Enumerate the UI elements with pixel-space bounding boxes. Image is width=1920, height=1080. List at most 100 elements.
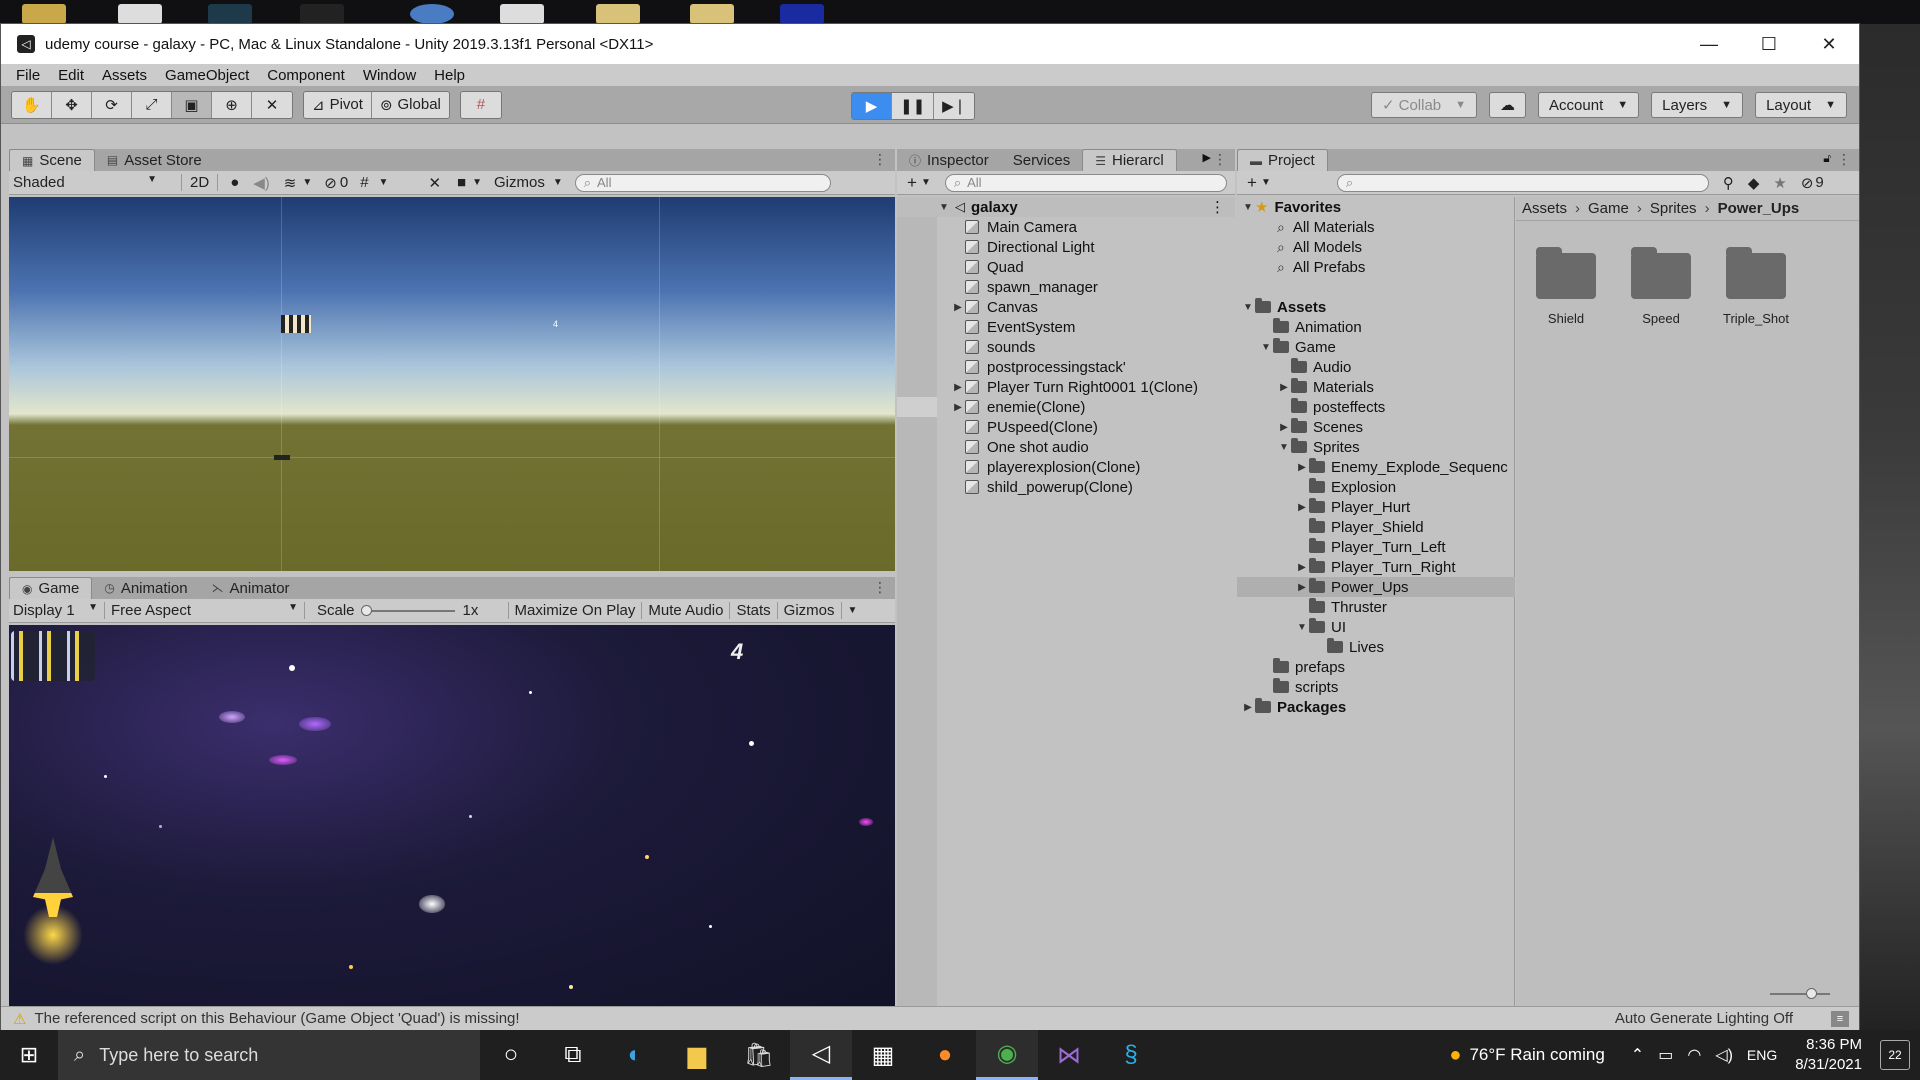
scale-tool-icon[interactable]: ⤢ — [132, 91, 172, 118]
lighting-settings-icon[interactable]: ≡ — [1831, 1010, 1849, 1027]
asset-folder[interactable]: Speed — [1621, 247, 1701, 326]
grid-snap-icon[interactable]: # — [460, 91, 501, 118]
project-tree-item[interactable]: ▼ Assets — [1237, 297, 1515, 317]
chevron-up-icon[interactable]: ⌃ — [1631, 1045, 1644, 1065]
file-explorer-icon[interactable]: ▆ — [666, 1030, 728, 1080]
favorite-star-icon[interactable]: ★ — [1773, 174, 1786, 192]
chrome-icon[interactable]: ◉ — [976, 1030, 1038, 1080]
hierarchy-item[interactable]: ▶ Canvas — [937, 297, 1038, 317]
menu-component[interactable]: Component — [258, 67, 354, 84]
maximize-on-play-toggle[interactable]: Maximize On Play — [509, 602, 643, 619]
panel-menu-icon[interactable]: ⋮ — [1213, 151, 1227, 168]
account-dropdown[interactable]: Account ▼ — [1538, 92, 1640, 118]
scene-viewport[interactable]: 4 — [9, 197, 895, 571]
chevron-down-icon[interactable]: ▼ — [472, 177, 482, 188]
filter-by-type-icon[interactable]: ⚲ — [1723, 174, 1734, 192]
scene-search[interactable]: ⌕ All — [574, 173, 831, 192]
breadcrumb-item[interactable]: Assets — [1522, 200, 1567, 217]
chevron-down-icon[interactable]: ▼ — [553, 177, 563, 188]
hierarchy-item[interactable]: ▶ enemie(Clone) — [937, 397, 1085, 417]
fold-arrow-icon[interactable]: ▶ — [1277, 382, 1291, 393]
menu-help[interactable]: Help — [425, 67, 474, 84]
hierarchy-item[interactable]: PUspeed(Clone) — [937, 417, 1098, 437]
asset-folder[interactable]: Shield — [1526, 247, 1606, 326]
start-button[interactable]: ⊞ — [0, 1042, 58, 1068]
desktop-icon[interactable] — [410, 4, 454, 24]
slider-thumb[interactable] — [1806, 988, 1817, 999]
breadcrumb-item[interactable]: Game — [1588, 200, 1629, 217]
display-dropdown[interactable]: Display 1 ▼ — [9, 602, 105, 619]
fold-arrow-icon[interactable]: ▶ — [1295, 462, 1309, 473]
fold-arrow-icon[interactable]: ▼ — [937, 202, 951, 213]
gizmos-toggle[interactable]: Gizmos — [778, 602, 842, 619]
hand-tool-icon[interactable]: ✋ — [12, 91, 52, 118]
hierarchy-item[interactable]: Quad — [937, 257, 1024, 277]
hierarchy-item[interactable]: shild_powerup(Clone) — [937, 477, 1133, 497]
weather-text[interactable]: 76°F Rain coming — [1469, 1045, 1604, 1065]
project-search[interactable]: ⌕ — [1336, 173, 1709, 192]
clock[interactable]: 8:36 PM 8/31/2021 — [1795, 1035, 1862, 1075]
audio-icon[interactable]: ◀) — [253, 174, 270, 192]
favorite-item[interactable]: ⌕ All Materials — [1277, 217, 1375, 237]
chevron-down-icon[interactable]: ▼ — [1261, 177, 1271, 188]
collab-dropdown[interactable]: ✓ Collab ▼ — [1371, 92, 1478, 118]
hidden-objects-icon[interactable]: ⊘ — [324, 174, 337, 192]
desktop-icon[interactable] — [690, 4, 734, 24]
panel-menu-icon[interactable]: ⋮ — [1837, 151, 1851, 168]
breadcrumb-current[interactable]: Power_Ups — [1718, 200, 1800, 217]
fold-arrow-icon[interactable]: ▼ — [1259, 342, 1273, 353]
move-tool-icon[interactable]: ✥ — [52, 91, 92, 118]
hierarchy-item[interactable]: EventSystem — [937, 317, 1075, 337]
fold-arrow-icon[interactable]: ▶ — [1277, 422, 1291, 433]
favorite-item[interactable]: ⌕ All Models — [1277, 237, 1362, 257]
scale-slider[interactable] — [360, 604, 455, 616]
fold-arrow-icon[interactable]: ▶ — [951, 382, 965, 393]
2d-toggle[interactable]: 2D — [181, 174, 219, 191]
filter-by-label-icon[interactable]: ◆ — [1748, 174, 1760, 192]
camera-icon[interactable]: ■ — [457, 174, 466, 191]
hierarchy-item[interactable]: One shot audio — [937, 437, 1089, 457]
battery-icon[interactable]: ▭ — [1658, 1045, 1673, 1065]
fold-arrow-icon[interactable]: ▶ — [1295, 562, 1309, 573]
grid-icon[interactable]: # — [360, 174, 368, 191]
effects-icon[interactable]: ≋ — [284, 174, 297, 192]
menu-edit[interactable]: Edit — [49, 67, 93, 84]
chevron-down-icon[interactable]: ▼ — [379, 177, 389, 188]
pause-button[interactable]: ❚❚ — [892, 93, 935, 119]
project-tree-item[interactable]: Thruster — [1237, 597, 1515, 617]
project-tree-item[interactable]: ▶ Power_Ups — [1237, 577, 1515, 597]
shading-dropdown[interactable]: Shaded ▼ — [13, 174, 163, 191]
project-tree-item[interactable]: ▶ Packages — [1237, 697, 1515, 717]
maximize-button[interactable]: ☐ — [1739, 24, 1799, 64]
favorites-row[interactable]: ▼ ★ Favorites — [1241, 197, 1341, 217]
chevron-down-icon[interactable]: ▼ — [848, 605, 858, 616]
project-tree-item[interactable]: Player_Turn_Left — [1237, 537, 1515, 557]
rotate-tool-icon[interactable]: ⟳ — [92, 91, 132, 118]
scene-player-object[interactable] — [274, 455, 290, 460]
desktop-icon[interactable] — [596, 4, 640, 24]
step-button[interactable]: ▶❘ — [934, 93, 975, 119]
visual-studio-icon[interactable]: ⋈ — [1038, 1030, 1100, 1080]
project-tree-item[interactable]: ▶ Player_Turn_Right — [1237, 557, 1515, 577]
tab-inspector[interactable]: ⓘ Inspector — [897, 149, 1001, 171]
status-message[interactable]: The referenced script on this Behaviour … — [34, 1010, 519, 1027]
taskbar-search[interactable]: ⌕ Type here to search — [58, 1030, 480, 1080]
notifications-button[interactable]: 22 — [1880, 1040, 1910, 1070]
gizmos-dropdown[interactable]: Gizmos — [494, 174, 545, 191]
fold-arrow-icon[interactable]: ▶ — [1241, 702, 1255, 713]
tab-project[interactable]: ▬ Project — [1237, 149, 1328, 171]
store-icon[interactable]: 🛍︎ — [728, 1030, 790, 1080]
weather-icon[interactable]: ● — [1449, 1044, 1461, 1067]
fold-arrow-icon[interactable]: ▶ — [951, 402, 965, 413]
fold-arrow-icon[interactable]: ▶ — [1295, 502, 1309, 513]
fold-arrow-icon[interactable]: ▶ — [1295, 582, 1309, 593]
app-icon[interactable]: § — [1100, 1030, 1162, 1080]
hierarchy-item[interactable]: Directional Light — [937, 237, 1095, 257]
project-tree-item[interactable]: scripts — [1237, 677, 1515, 697]
chevron-down-icon[interactable]: ▼ — [302, 177, 312, 188]
project-tree-item[interactable]: prefaps — [1237, 657, 1515, 677]
panel-menu-icon[interactable]: ⋮ — [873, 579, 887, 596]
hierarchy-item[interactable]: playerexplosion(Clone) — [937, 457, 1140, 477]
create-button[interactable]: + — [1247, 173, 1257, 193]
hidden-packages-icon[interactable]: ⊘ — [1801, 174, 1814, 192]
